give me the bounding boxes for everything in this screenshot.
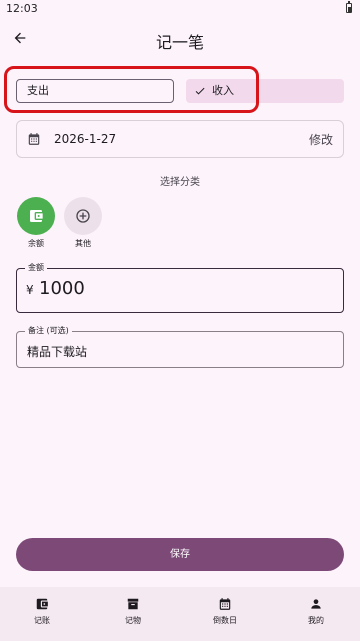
page-title: 记一笔 xyxy=(155,33,204,52)
nav-item-bookkeeping[interactable]: 记账 xyxy=(17,597,67,626)
category-section-label: 选择分类 xyxy=(160,177,200,188)
nav-label-bookkeeping: 记账 xyxy=(34,616,50,625)
status-bar: 12:03 xyxy=(0,0,360,18)
amount-input[interactable]: 1000 xyxy=(39,278,85,299)
calendar-icon xyxy=(28,133,40,145)
nav-label-countdown: 倒数日 xyxy=(213,616,237,625)
date-edit-button[interactable]: 修改 xyxy=(309,131,333,148)
date-card[interactable]: 2026-1-27 修改 xyxy=(16,120,344,158)
status-time: 12:03 xyxy=(6,2,38,15)
battery-icon xyxy=(346,1,352,13)
archive-icon xyxy=(127,598,139,610)
category-other-label: 其他 xyxy=(75,239,91,248)
category-balance[interactable]: 余额 xyxy=(16,197,56,249)
nav-item-countdown[interactable]: 倒数日 xyxy=(200,597,250,626)
person-icon xyxy=(311,599,321,609)
calendar-icon xyxy=(219,598,231,610)
wallet-icon xyxy=(36,598,48,610)
date-value: 2026-1-27 xyxy=(54,132,117,146)
category-balance-circle xyxy=(17,197,55,235)
add-circle-icon xyxy=(76,209,90,223)
note-legend: 备注 (可选) xyxy=(25,326,72,336)
nav-item-items[interactable]: 记物 xyxy=(108,597,158,626)
nav-label-items: 记物 xyxy=(125,616,141,625)
currency-symbol: ¥ xyxy=(26,283,34,297)
category-balance-label: 余额 xyxy=(28,239,44,248)
category-other[interactable]: 其他 xyxy=(63,197,103,249)
nav-item-profile[interactable]: 我的 xyxy=(291,597,341,626)
note-input[interactable]: 精品下载站 xyxy=(27,343,87,360)
annotation-highlight xyxy=(4,66,259,113)
bottom-nav: 记账 记物 倒数日 我的 xyxy=(0,587,360,641)
save-button[interactable]: 保存 xyxy=(16,538,344,571)
amount-field[interactable]: 金额 ¥ 1000 xyxy=(16,263,344,313)
note-field[interactable]: 备注 (可选) 精品下载站 xyxy=(16,326,344,368)
amount-legend: 金额 xyxy=(25,263,47,273)
app-bar: 记一笔 xyxy=(0,22,360,58)
nav-label-profile: 我的 xyxy=(308,616,324,625)
wallet-icon xyxy=(30,210,43,222)
category-other-circle xyxy=(64,197,102,235)
